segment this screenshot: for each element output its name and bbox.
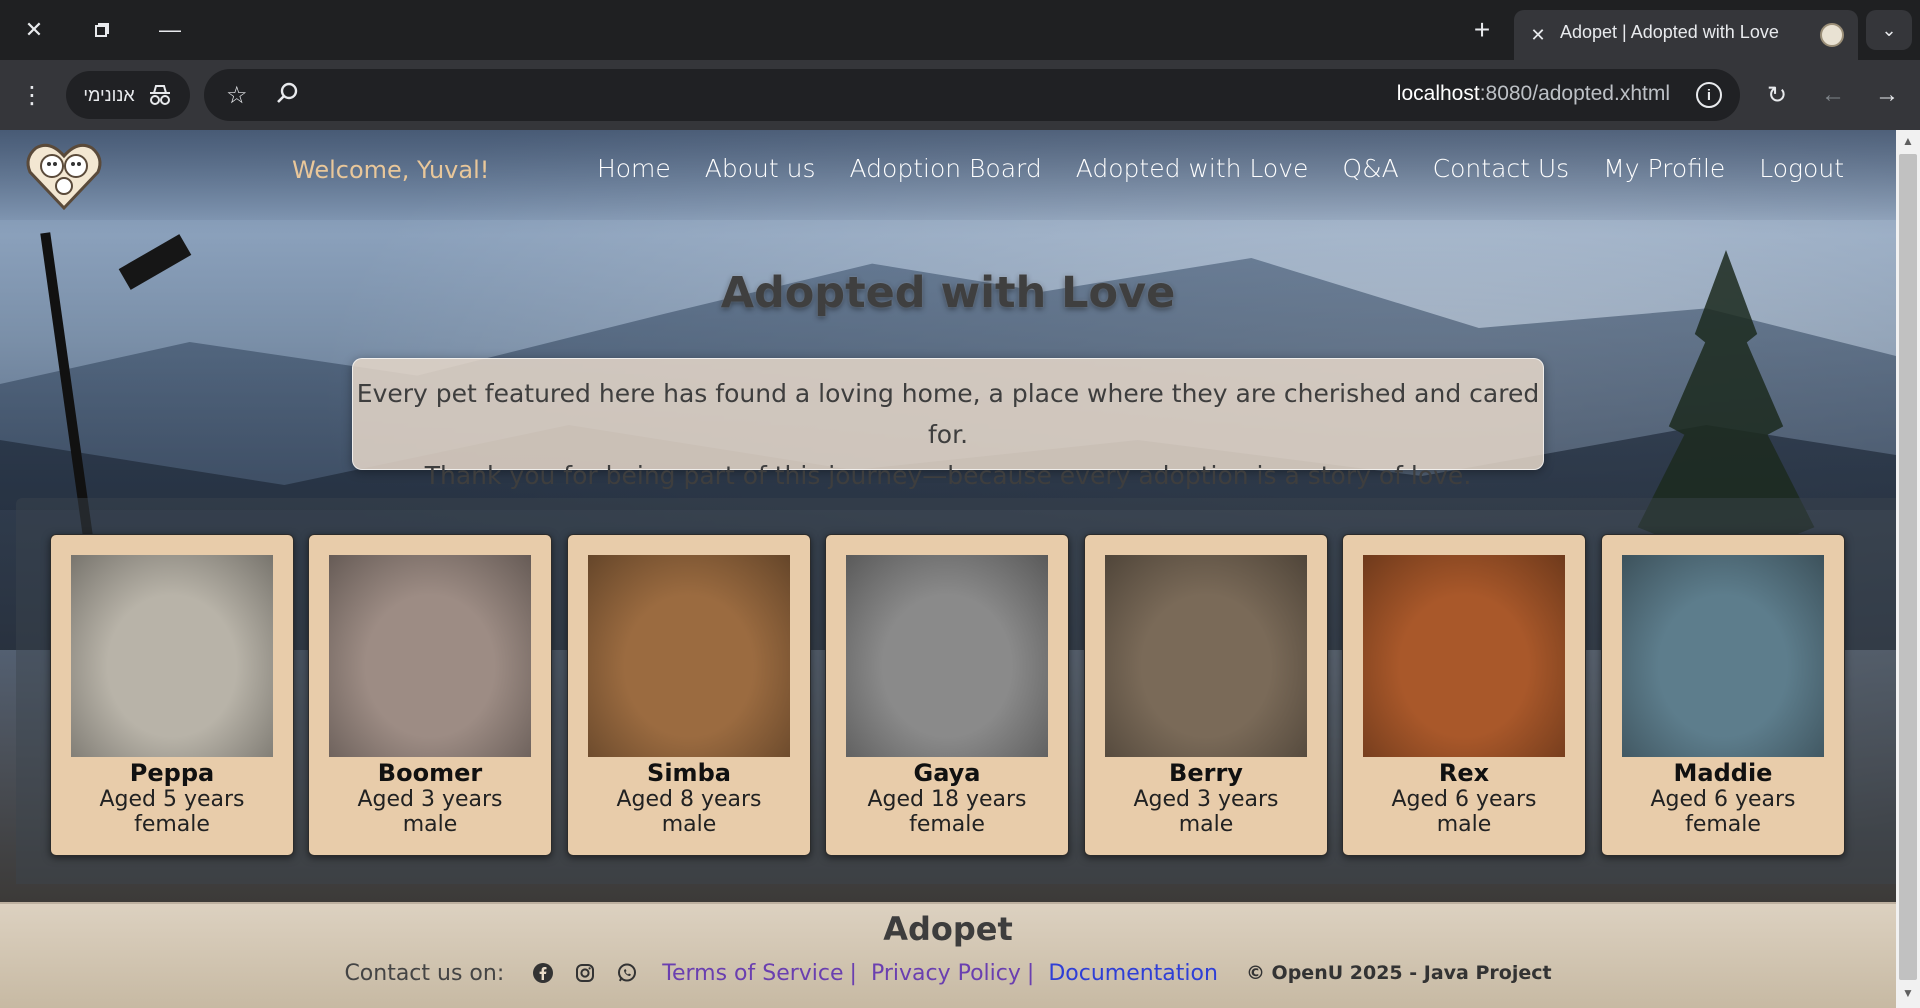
footer-separator: | xyxy=(849,960,857,986)
vertical-scrollbar[interactable]: ▲ ▼ xyxy=(1896,130,1920,1008)
tab-bar: ✕ — + ✕ Adopet | Adopted with Love ⌄ xyxy=(0,0,1920,60)
pet-photo xyxy=(588,555,790,757)
arrow-right-icon[interactable]: → xyxy=(1868,77,1906,113)
star-icon[interactable]: ☆ xyxy=(226,81,248,110)
pet-age: Aged 6 years xyxy=(1391,787,1537,812)
facebook-icon[interactable] xyxy=(530,960,556,986)
pet-card-rex[interactable]: Rex Aged 6 years male xyxy=(1342,534,1586,856)
close-icon[interactable]: ✕ xyxy=(14,12,54,48)
footer-separator: | xyxy=(1026,960,1035,986)
instagram-icon[interactable] xyxy=(572,960,598,986)
documentation-link[interactable]: Documentation xyxy=(1048,961,1218,986)
terms-of-service-link[interactable]: Terms of Service xyxy=(662,961,843,986)
nav-qa[interactable]: Q&A xyxy=(1342,154,1398,183)
welcome-message: Welcome, Yuval! xyxy=(292,156,490,184)
plus-icon: + xyxy=(1473,14,1491,45)
arrow-left-icon[interactable]: ← xyxy=(1814,77,1852,113)
minimize-icon[interactable]: — xyxy=(150,12,190,48)
new-tab-button[interactable]: + xyxy=(1462,12,1502,48)
pet-card-simba[interactable]: Simba Aged 8 years male xyxy=(567,534,811,856)
pet-name: Simba xyxy=(647,759,731,787)
intro-box: Every pet featured here has found a lovi… xyxy=(352,358,1544,490)
url-host: localhost xyxy=(1396,82,1480,105)
nav-about-us[interactable]: About us xyxy=(705,154,816,183)
pet-age: Aged 6 years xyxy=(1650,787,1796,812)
scroll-thumb[interactable] xyxy=(1899,154,1917,980)
incognito-indicator[interactable]: אנונימי xyxy=(66,71,190,119)
browser-toolbar: ⋮ אנונימי ☆ localhost:8080/adopted.xhtml… xyxy=(0,60,1920,130)
pet-gender: female xyxy=(909,812,985,837)
pet-name: Rex xyxy=(1438,759,1490,787)
adopet-logo[interactable] xyxy=(22,136,106,212)
pet-age: Aged 3 years xyxy=(1133,787,1279,812)
favicon-icon xyxy=(1820,23,1844,47)
pet-gender: female xyxy=(1685,812,1761,837)
url-path: :8080/adopted.xhtml xyxy=(1479,82,1670,105)
page-viewport: Welcome, Yuval! Home About us Adoption B… xyxy=(0,130,1896,1008)
address-bar[interactable]: ☆ localhost:8080/adopted.xhtml i xyxy=(204,69,1740,121)
pet-photo xyxy=(1363,555,1565,757)
pet-age: Aged 18 years xyxy=(867,787,1027,812)
pet-card-boomer[interactable]: Boomer Aged 3 years male xyxy=(308,534,552,856)
tab-search-button[interactable]: ⌄ xyxy=(1866,10,1912,50)
url-text[interactable]: localhost:8080/adopted.xhtml xyxy=(1397,82,1670,106)
incognito-label: אנונימי xyxy=(83,84,135,105)
pet-card-gaya[interactable]: Gaya Aged 18 years female xyxy=(825,534,1069,856)
tab-close-icon[interactable]: ✕ xyxy=(1524,21,1552,49)
nav-logout[interactable]: Logout xyxy=(1759,154,1844,183)
main-nav: Home About us Adoption Board Adopted wit… xyxy=(597,154,1844,183)
intro-line-1: Every pet featured here has found a lovi… xyxy=(356,379,1540,449)
active-tab[interactable]: ✕ Adopet | Adopted with Love xyxy=(1514,10,1858,60)
nav-adopted-with-love[interactable]: Adopted with Love xyxy=(1076,154,1309,183)
pet-gender: male xyxy=(661,812,717,837)
pet-age: Aged 3 years xyxy=(357,787,503,812)
intro-line-2: Thank you for being part of this journey… xyxy=(424,461,1472,490)
pet-gender: male xyxy=(1436,812,1492,837)
incognito-icon xyxy=(149,85,170,105)
reload-icon[interactable]: ↻ xyxy=(1758,77,1796,113)
footer-links: Contact us on: Terms of Service | Privac… xyxy=(0,960,1896,986)
pet-card-maddie[interactable]: Maddie Aged 6 years female xyxy=(1601,534,1845,856)
pet-card-peppa[interactable]: Peppa Aged 5 years female xyxy=(50,534,294,856)
nav-adoption-board[interactable]: Adoption Board xyxy=(850,154,1042,183)
pet-age: Aged 5 years xyxy=(99,787,245,812)
zoom-icon[interactable] xyxy=(274,80,300,106)
scroll-up-arrow-icon[interactable]: ▲ xyxy=(1896,134,1920,152)
privacy-policy-link[interactable]: Privacy Policy xyxy=(871,961,1021,986)
pet-gender: male xyxy=(402,812,458,837)
copyright-text: © OpenU 2025 - Java Project xyxy=(1245,962,1552,984)
info-icon[interactable]: i xyxy=(1696,82,1722,108)
pet-photo xyxy=(1622,555,1824,757)
chevron-down-icon: ⌄ xyxy=(1881,19,1897,40)
pet-card-berry[interactable]: Berry Aged 3 years male xyxy=(1084,534,1328,856)
pet-age: Aged 8 years xyxy=(616,787,762,812)
page-title: Adopted with Love xyxy=(720,268,1176,318)
whatsapp-icon[interactable] xyxy=(614,960,640,986)
nav-my-profile[interactable]: My Profile xyxy=(1603,154,1725,183)
tab-title: Adopet | Adopted with Love xyxy=(1560,22,1779,42)
site-footer: Adopet Contact us on: Terms of Service |… xyxy=(0,902,1896,1008)
pet-gender: female xyxy=(134,812,210,837)
pet-photo xyxy=(71,555,273,757)
nav-contact-us[interactable]: Contact Us xyxy=(1433,154,1570,183)
pet-photo xyxy=(329,555,531,757)
site-header: Welcome, Yuval! Home About us Adoption B… xyxy=(0,130,1896,220)
pet-name: Gaya xyxy=(913,759,981,787)
pet-photo xyxy=(846,555,1048,757)
pet-name: Maddie xyxy=(1673,759,1773,787)
pet-name: Peppa xyxy=(129,759,215,787)
footer-contact-label: Contact us on: xyxy=(344,960,505,986)
restore-icon[interactable] xyxy=(82,12,122,48)
pet-name: Berry xyxy=(1169,759,1243,787)
pet-gender: male xyxy=(1178,812,1234,837)
nav-home[interactable]: Home xyxy=(597,154,671,183)
scroll-down-arrow-icon[interactable]: ▼ xyxy=(1896,986,1920,1004)
pet-photo xyxy=(1105,555,1307,757)
pet-name: Boomer xyxy=(377,759,483,787)
footer-brand: Adopet xyxy=(883,910,1013,948)
kebab-menu-icon[interactable]: ⋮ xyxy=(14,77,50,113)
